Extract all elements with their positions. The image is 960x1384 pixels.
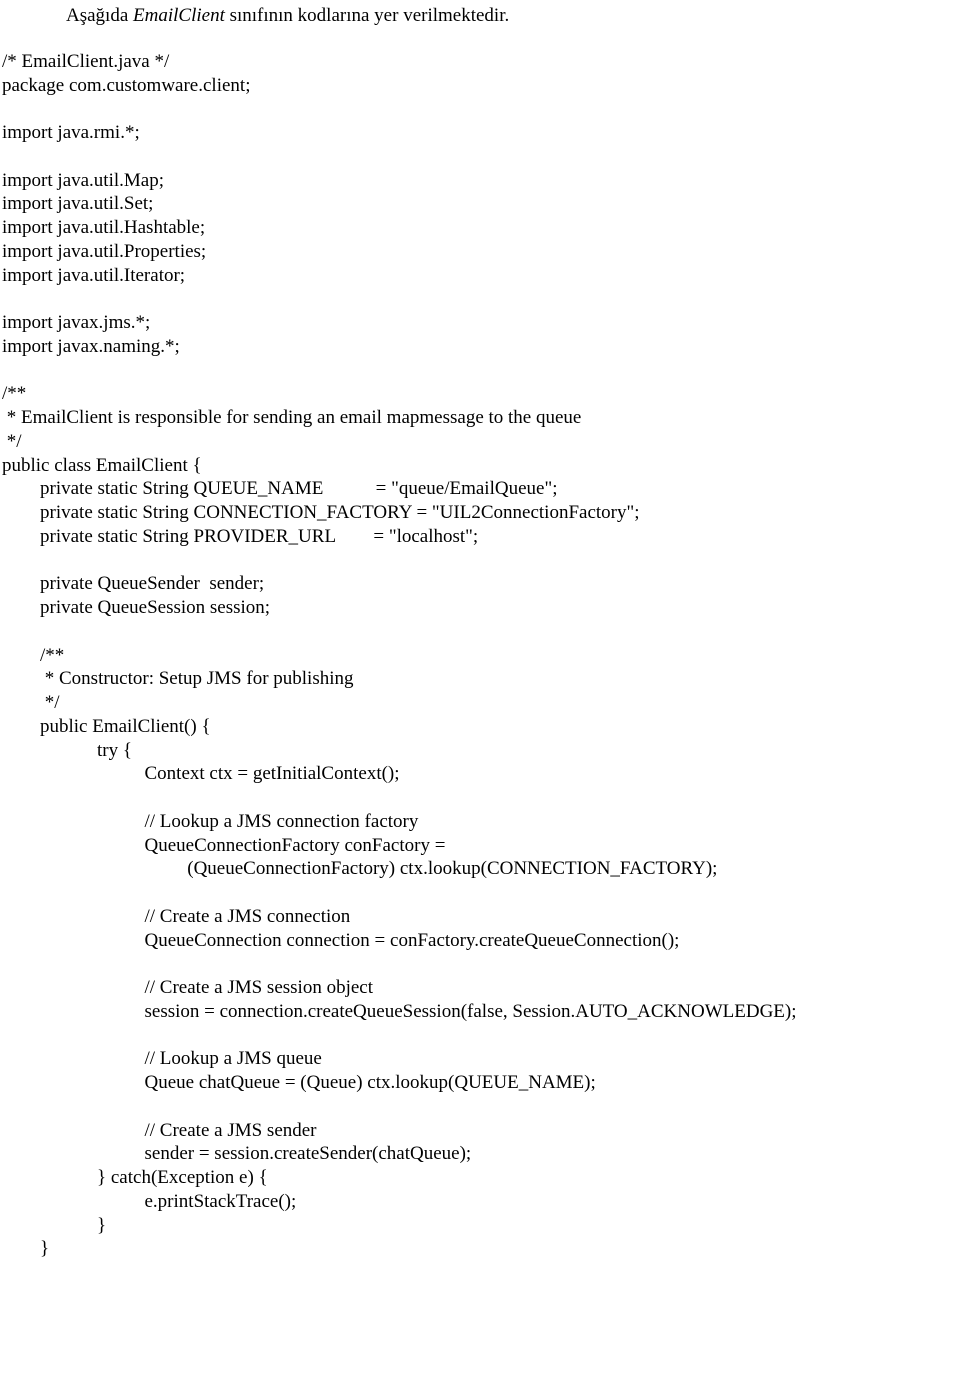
intro-text-prefix: Aşağıda	[66, 5, 133, 26]
intro-paragraph: Aşağıda EmailClient sınıfının kodlarına …	[2, 4, 958, 28]
intro-text-em: EmailClient	[133, 5, 225, 26]
intro-text-suffix: sınıfının kodlarına yer verilmektedir.	[225, 5, 509, 26]
document-page: Aşağıda EmailClient sınıfının kodlarına …	[0, 0, 960, 1265]
code-block: /* EmailClient.java */ package com.custo…	[2, 50, 958, 1261]
